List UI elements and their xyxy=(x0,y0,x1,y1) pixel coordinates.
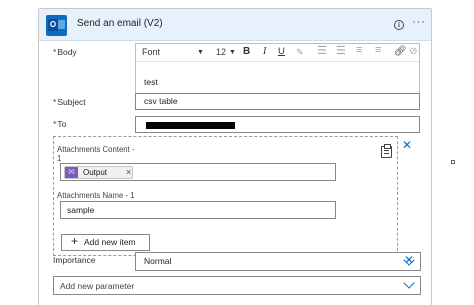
variable-icon: {x} xyxy=(65,167,78,178)
italic-button[interactable]: I xyxy=(263,46,266,57)
plus-icon: + xyxy=(71,234,79,248)
pen-icon[interactable]: ✎ xyxy=(296,47,304,58)
bold-button[interactable]: B xyxy=(243,46,250,57)
remove-attachment-icon[interactable]: ✕ xyxy=(402,139,412,151)
add-parameter-select[interactable]: Add new parameter xyxy=(53,276,421,295)
increase-indent-icon[interactable]: ≡ xyxy=(375,44,381,56)
action-card: O Send an email (V2) i ··· *Body Font ▼ … xyxy=(38,8,432,305)
importance-label: Importance xyxy=(53,255,96,265)
token-label: Output xyxy=(83,168,108,177)
chevron-down-icon xyxy=(403,277,415,289)
unlink-icon[interactable]: ⊘ xyxy=(409,46,417,57)
body-editor[interactable]: Font ▼ 12 ▼ B I U ✎ ☰ ☰ ≡ ≡ 🔗︎ ⊘ test xyxy=(135,43,420,98)
font-size-select[interactable]: 12 xyxy=(216,47,226,57)
attachments-group: Attachments Content - 1 {x} Output × Att… xyxy=(53,136,398,256)
remove-importance-icon[interactable]: ✕ xyxy=(404,254,414,266)
subject-input[interactable]: csv table xyxy=(135,93,420,110)
attachments-name-label: Attachments Name - 1 xyxy=(57,191,135,200)
underline-button[interactable]: U xyxy=(278,46,285,57)
output-token[interactable]: {x} Output × xyxy=(64,166,133,179)
body-label: *Body xyxy=(53,47,77,57)
font-size-dropdown-icon[interactable]: ▼ xyxy=(229,49,236,56)
attachments-name-input[interactable]: sample xyxy=(60,201,336,219)
outlook-icon: O xyxy=(46,15,67,36)
attachments-content-label: Attachments Content - 1 xyxy=(57,145,135,163)
info-icon[interactable]: i xyxy=(394,20,404,30)
more-options-icon[interactable]: ··· xyxy=(412,16,426,28)
subject-label: *Subject xyxy=(53,97,86,107)
bulleted-list-icon[interactable]: ☰ xyxy=(317,44,327,57)
paste-icon[interactable] xyxy=(381,144,392,158)
card-title: Send an email (V2) xyxy=(77,18,163,29)
attachments-content-input[interactable]: {x} Output × xyxy=(60,163,336,181)
importance-select[interactable]: Normal xyxy=(135,252,421,271)
decrease-indent-icon[interactable]: ≡ xyxy=(356,44,362,56)
add-new-item-button[interactable]: + Add new item xyxy=(61,234,150,251)
resize-handle[interactable] xyxy=(451,160,455,164)
to-label: *To xyxy=(53,119,67,129)
editor-toolbar: Font ▼ 12 ▼ B I U ✎ ☰ ☰ ≡ ≡ 🔗︎ ⊘ xyxy=(136,44,419,62)
link-icon[interactable]: 🔗︎ xyxy=(394,46,407,57)
font-dropdown-icon[interactable]: ▼ xyxy=(197,49,204,56)
body-text: test xyxy=(144,77,158,87)
remove-token-icon[interactable]: × xyxy=(126,167,131,178)
numbered-list-icon[interactable]: ☰ xyxy=(336,44,346,57)
redacted-recipient xyxy=(146,122,235,129)
card-header[interactable]: O Send an email (V2) i ··· xyxy=(39,9,431,41)
font-select[interactable]: Font xyxy=(142,47,160,57)
to-input[interactable] xyxy=(135,116,420,133)
